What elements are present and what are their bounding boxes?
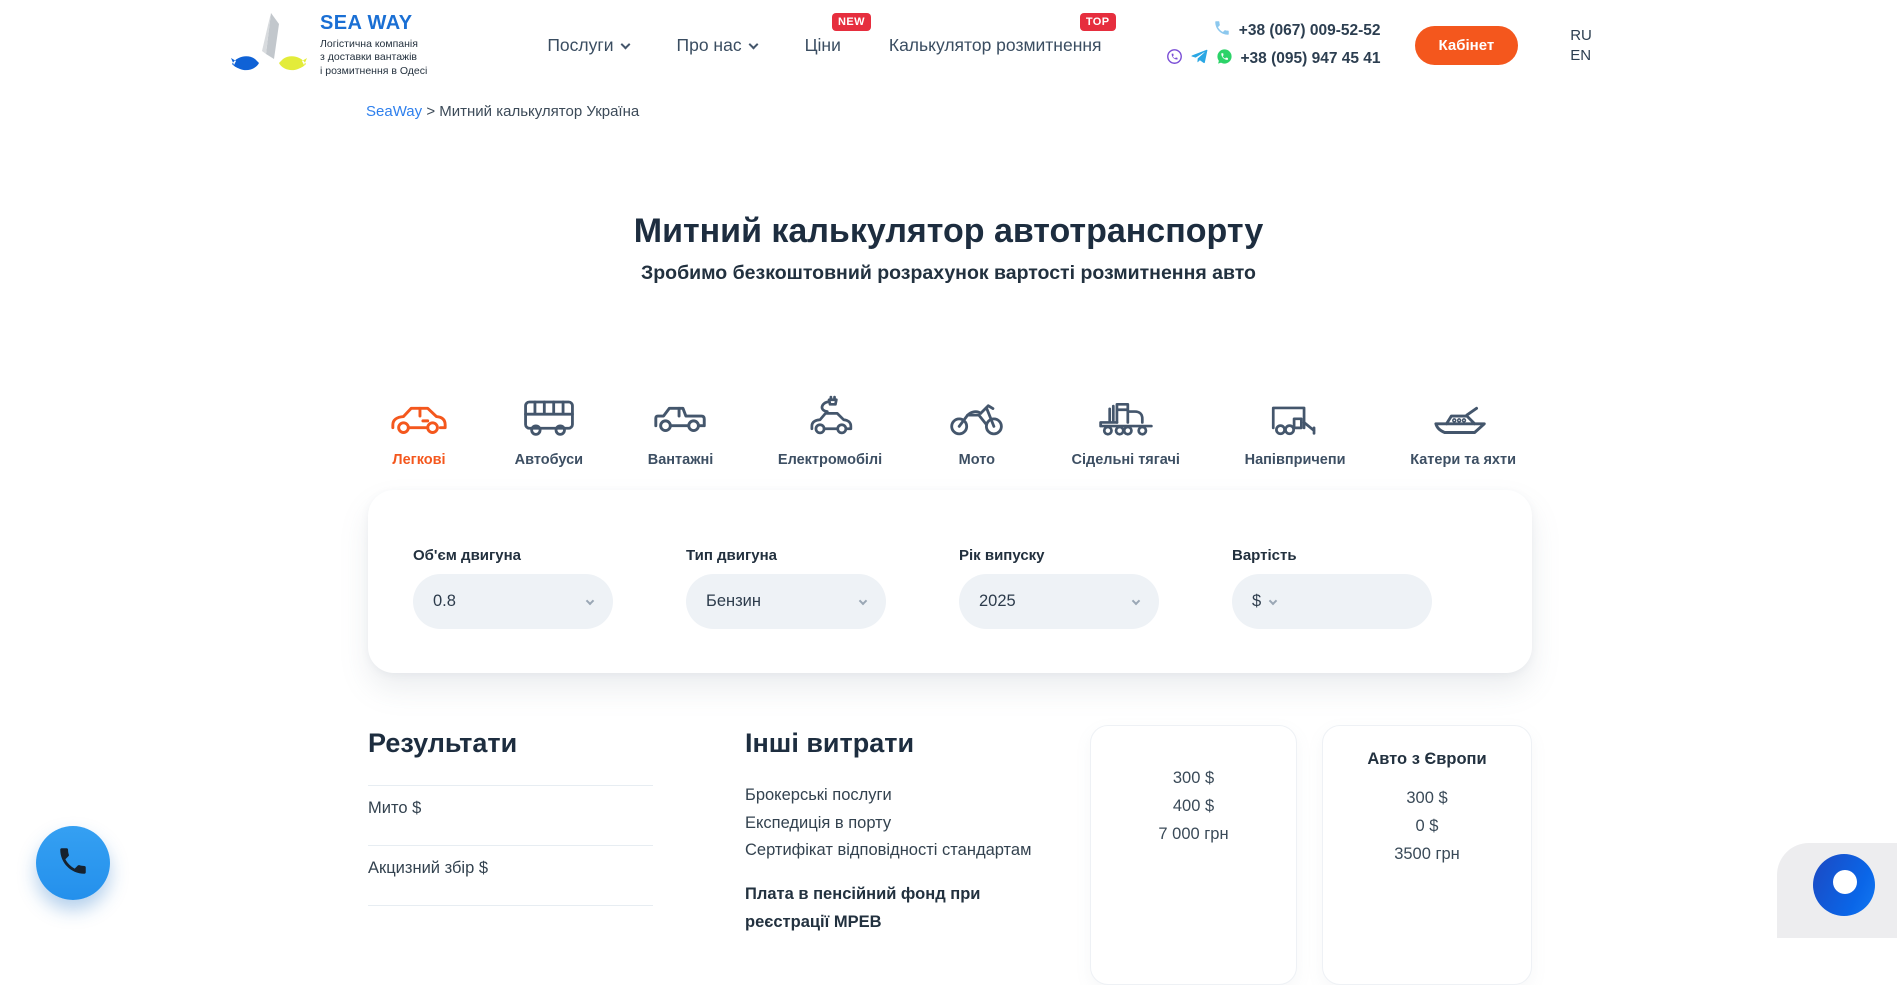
costs-values-card: 300 $ 400 $ 7 000 грн	[1090, 725, 1297, 985]
chat-button[interactable]	[1813, 854, 1875, 916]
chevron-down-icon	[1269, 596, 1277, 604]
chevron-down-icon	[859, 596, 867, 604]
engine-type-select[interactable]: Бензин	[686, 574, 886, 629]
tab-boats-yachts[interactable]: Катери та яхти	[1410, 394, 1516, 468]
chevron-down-icon	[586, 596, 594, 604]
card-value: 300 $	[1091, 764, 1296, 792]
card-value: 0 $	[1323, 812, 1531, 840]
phone-icon	[56, 844, 90, 883]
nav-item-services[interactable]: Послуги	[547, 35, 628, 56]
other-costs-section: Інші витрати Брокерські послуги Експедиц…	[745, 728, 1085, 936]
messenger-icons	[1166, 47, 1233, 71]
card-value: 300 $	[1323, 784, 1531, 812]
lang-ru[interactable]: RU	[1570, 27, 1592, 44]
chevron-down-icon	[1132, 596, 1140, 604]
year-label: Рік випуску	[959, 547, 1159, 564]
brand-tagline: Логістична компанія з доставки вантажів …	[320, 38, 427, 79]
chevron-down-icon	[748, 39, 758, 49]
tab-trucks[interactable]: Вантажні	[648, 394, 714, 468]
other-cost-item: Сертифікат відповідності стандартам	[745, 837, 1085, 865]
breadcrumb-current: Митний калькулятор Україна	[439, 103, 639, 120]
lang-en[interactable]: EN	[1570, 47, 1592, 64]
page-title: Митний калькулятор автотранспорту	[0, 212, 1897, 251]
engine-type-label: Тип двигуна	[686, 547, 886, 564]
tab-cars[interactable]: Легкові	[388, 394, 450, 468]
nav-item-customs-calculator[interactable]: Калькулятор розмитнення TOP	[889, 35, 1102, 56]
new-badge: NEW	[832, 13, 871, 31]
car-icon	[388, 394, 450, 440]
tab-buses[interactable]: Автобуси	[515, 394, 583, 468]
other-cost-item: Брокерські послуги	[745, 782, 1085, 810]
viber-icon[interactable]	[1166, 48, 1183, 70]
other-cost-item: Експедиція в порту	[745, 810, 1085, 838]
whatsapp-icon[interactable]	[1216, 48, 1233, 70]
europe-card-title: Авто з Європи	[1323, 750, 1531, 769]
yacht-icon	[1432, 394, 1494, 440]
engine-volume-select[interactable]: 0.8	[413, 574, 613, 629]
semi-truck-icon	[1097, 394, 1155, 440]
engine-volume-label: Об'єм двигуна	[413, 547, 613, 564]
nav-item-prices[interactable]: Ціни NEW	[805, 35, 841, 56]
truck-icon	[650, 394, 712, 440]
header-contacts: +38 (067) 009-52-52	[1166, 19, 1381, 71]
tab-semi-trailers[interactable]: Напівпричепи	[1245, 394, 1346, 468]
cabinet-button[interactable]: Кабінет	[1415, 26, 1519, 65]
tab-semi-trucks[interactable]: Сідельні тягачі	[1072, 394, 1180, 468]
trailer-icon	[1266, 394, 1324, 440]
card-value: 400 $	[1091, 792, 1296, 820]
duty-row: Мито $	[368, 786, 653, 845]
main-nav: Послуги Про нас Ціни NEW Калькулятор роз…	[547, 35, 1101, 56]
card-value: 7 000 грн	[1091, 820, 1296, 848]
results-section: Результати Мито $ Акцизний збір $	[368, 728, 653, 906]
results-title: Результати	[368, 728, 653, 759]
electric-car-icon	[801, 394, 859, 440]
cost-label: Вартість	[1232, 547, 1432, 564]
year-select[interactable]: 2025	[959, 574, 1159, 629]
card-value: 3500 грн	[1323, 840, 1531, 868]
vehicle-type-tabs: Легкові Автобуси Вантажні	[388, 394, 1516, 468]
chat-bubble-icon	[1827, 866, 1861, 905]
phone-number-2[interactable]: +38 (095) 947 45 41	[1241, 50, 1381, 68]
tab-moto[interactable]: Мото	[947, 394, 1007, 468]
excise-row: Акцизний збір $	[368, 846, 653, 905]
europe-car-card: Авто з Європи 300 $ 0 $ 3500 грн	[1322, 725, 1532, 985]
calculator-card: Об'єм двигуна 0.8 Тип двигуна Бензин Рік…	[368, 490, 1532, 673]
telegram-icon[interactable]	[1190, 47, 1209, 71]
header: SEA WAY Логістична компанія з доставки в…	[228, 0, 1670, 90]
page-subtitle: Зробимо безкоштовний розрахунок вартості…	[0, 262, 1897, 285]
sail-and-fish-logo-icon	[228, 11, 310, 80]
other-costs-title: Інші витрати	[745, 728, 1085, 759]
call-floating-button[interactable]	[36, 826, 110, 900]
chevron-down-icon	[620, 39, 630, 49]
breadcrumb-home-link[interactable]: SeaWay	[366, 103, 422, 120]
phone-icon	[1213, 19, 1231, 42]
cost-input[interactable]: $	[1232, 574, 1432, 629]
bus-icon	[519, 394, 579, 440]
pension-fee-item: Плата в пенсійний фонд при реєстрації МР…	[745, 880, 1035, 936]
breadcrumb: SeaWay > Митний калькулятор Україна	[366, 103, 639, 120]
top-badge: TOP	[1080, 13, 1116, 31]
tab-electric-cars[interactable]: Електромобілі	[778, 394, 882, 468]
logo[interactable]: SEA WAY Логістична компанія з доставки в…	[228, 11, 427, 80]
motorcycle-icon	[947, 394, 1007, 440]
brand-name: SEA WAY	[320, 12, 427, 35]
phone-number-1[interactable]: +38 (067) 009-52-52	[1239, 22, 1381, 40]
language-switcher: RU EN	[1570, 27, 1592, 64]
nav-item-about[interactable]: Про нас	[677, 35, 757, 56]
